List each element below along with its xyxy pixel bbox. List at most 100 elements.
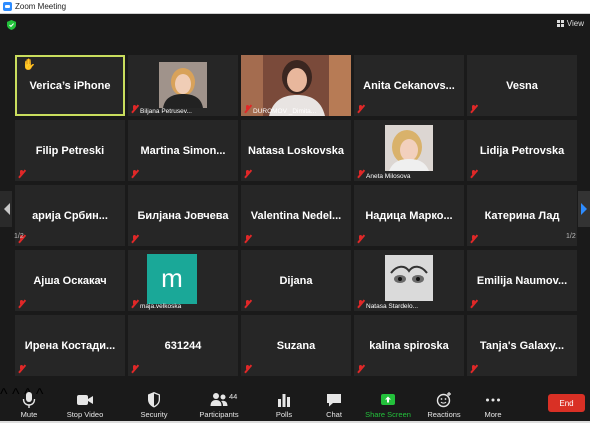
next-page-button[interactable] — [578, 191, 590, 227]
participant-photo — [385, 125, 433, 171]
muted-mic-icon — [18, 300, 25, 308]
participant-name: Natasa Loskovska — [248, 144, 344, 157]
participant-name: Tanja's Galaxy... — [479, 339, 565, 352]
muted-mic-icon — [244, 105, 251, 113]
chevron-right-icon — [580, 203, 587, 215]
mute-button[interactable]: Mute — [14, 386, 44, 423]
participant-tile[interactable]: ✋ Verica’s iPhone — [15, 55, 125, 116]
muted-mic-icon — [131, 300, 138, 308]
participant-name: Anita Cekanovs... — [363, 79, 455, 92]
participants-count: 44 — [229, 392, 238, 401]
participant-tile[interactable]: Ирена Костади... — [15, 315, 125, 376]
participant-tile[interactable]: Suzana — [241, 315, 351, 376]
participant-name: Valentina Nedel... — [250, 209, 342, 222]
security-button[interactable]: Security — [136, 386, 172, 423]
participant-label: maja.velkoska — [140, 303, 182, 310]
muted-mic-icon — [470, 170, 477, 178]
grid-view-icon — [556, 20, 564, 27]
participant-tile[interactable]: Martina Simon... — [128, 120, 238, 181]
polls-button[interactable]: Polls — [270, 386, 298, 423]
muted-mic-icon — [470, 105, 477, 113]
participant-tile[interactable]: 631244 — [128, 315, 238, 376]
participant-tile[interactable]: Tanja's Galaxy... — [467, 315, 577, 376]
participant-name: Lidija Petrovska — [479, 144, 565, 157]
muted-mic-icon — [244, 300, 251, 308]
participant-tile[interactable]: Valentina Nedel... — [241, 185, 351, 246]
participant-photo — [159, 62, 207, 108]
participant-name: Vesna — [506, 79, 538, 92]
participant-label: Aneta Milosova — [366, 173, 411, 180]
participant-tile[interactable]: kalina spiroska — [354, 315, 464, 376]
muted-mic-icon — [357, 170, 364, 178]
reactions-smiley-icon — [436, 392, 451, 408]
muted-mic-icon — [131, 235, 138, 243]
participant-tile[interactable]: DUROMOV _Dimita... — [241, 55, 351, 116]
participant-name: Ирена Костади... — [24, 339, 116, 352]
participant-tile[interactable]: Dijana — [241, 250, 351, 311]
raised-hand-icon: ✋ — [22, 59, 36, 71]
muted-mic-icon — [131, 170, 138, 178]
participant-name: Suzana — [276, 339, 316, 352]
muted-mic-icon — [18, 170, 25, 178]
participant-tile[interactable]: Ајша Оскакач — [15, 250, 125, 311]
participants-label: Participants — [199, 410, 239, 419]
participant-name: Emilija Naumov... — [476, 274, 568, 287]
participant-tile[interactable]: m maja.velkoska — [128, 250, 238, 311]
end-meeting-button[interactable]: End — [548, 394, 585, 412]
participant-tile[interactable]: Катерина Лад — [467, 185, 577, 246]
participant-name: Dijana — [279, 274, 313, 287]
muted-mic-icon — [18, 365, 25, 373]
stop-video-button[interactable]: Stop Video — [62, 386, 108, 423]
participant-avatar: m — [147, 254, 197, 304]
participant-tile[interactable]: Natasa Loskovska — [241, 120, 351, 181]
security-label: Security — [140, 410, 168, 419]
participant-tile[interactable]: Vesna — [467, 55, 577, 116]
muted-mic-icon — [131, 105, 138, 113]
view-button[interactable]: View — [556, 19, 584, 28]
participant-tile[interactable]: Lidija Petrovska — [467, 120, 577, 181]
chevron-left-icon — [3, 203, 10, 215]
meeting-toolbar: Mute ^ Stop Video ^ Security Participant… — [0, 386, 590, 423]
reactions-button[interactable]: Reactions — [426, 386, 462, 423]
participant-tile[interactable]: Надица Марко... — [354, 185, 464, 246]
muted-mic-icon — [357, 365, 364, 373]
participant-tile[interactable]: Filip Petreski — [15, 120, 125, 181]
participant-name: арија Србин... — [32, 209, 108, 222]
share-screen-button[interactable]: Share Screen — [364, 386, 412, 423]
shield-icon — [148, 392, 160, 408]
previous-page-button[interactable] — [0, 191, 12, 227]
participant-name: Надица Марко... — [365, 209, 453, 222]
chat-button[interactable]: Chat — [320, 386, 348, 423]
participant-tile[interactable]: Biljana Petrusev... — [128, 55, 238, 116]
encryption-shield-icon[interactable] — [7, 20, 16, 30]
gallery-grid: ✋ Verica’s iPhone Biljana Petrusev... DU… — [15, 55, 577, 379]
participant-tile[interactable]: Emilija Naumov... — [467, 250, 577, 311]
participant-name: Filip Petreski — [35, 144, 105, 157]
participant-name: kalina spiroska — [369, 339, 449, 352]
muted-mic-icon — [357, 105, 364, 113]
participant-name: Билјана Јовчева — [137, 209, 229, 222]
participant-photo — [385, 255, 433, 301]
audio-options-caret[interactable]: ^ — [0, 386, 8, 403]
participant-tile[interactable]: Aneta Milosova — [354, 120, 464, 181]
video-camera-icon — [77, 395, 93, 405]
more-dots-icon — [486, 398, 500, 402]
participant-label: Biljana Petrusev... — [140, 108, 192, 115]
chat-label: Chat — [326, 410, 342, 419]
zoom-app-icon — [3, 2, 12, 11]
participant-video — [241, 55, 351, 116]
polls-label: Polls — [275, 410, 293, 419]
participant-tile[interactable]: Anita Cekanovs... — [354, 55, 464, 116]
share-screen-label: Share Screen — [365, 410, 411, 419]
stop-video-label: Stop Video — [66, 410, 104, 419]
participant-tile[interactable]: арија Србин... — [15, 185, 125, 246]
mute-label: Mute — [20, 410, 38, 419]
participant-tile[interactable]: Билјана Јовчева — [128, 185, 238, 246]
participant-tile[interactable]: Natasa Stardelo... — [354, 250, 464, 311]
muted-mic-icon — [244, 365, 251, 373]
polls-icon — [278, 394, 290, 407]
view-label: View — [566, 19, 584, 28]
more-button[interactable]: More — [479, 386, 507, 423]
more-label: More — [484, 410, 502, 419]
page-indicator-left: 1/2 — [14, 233, 24, 240]
